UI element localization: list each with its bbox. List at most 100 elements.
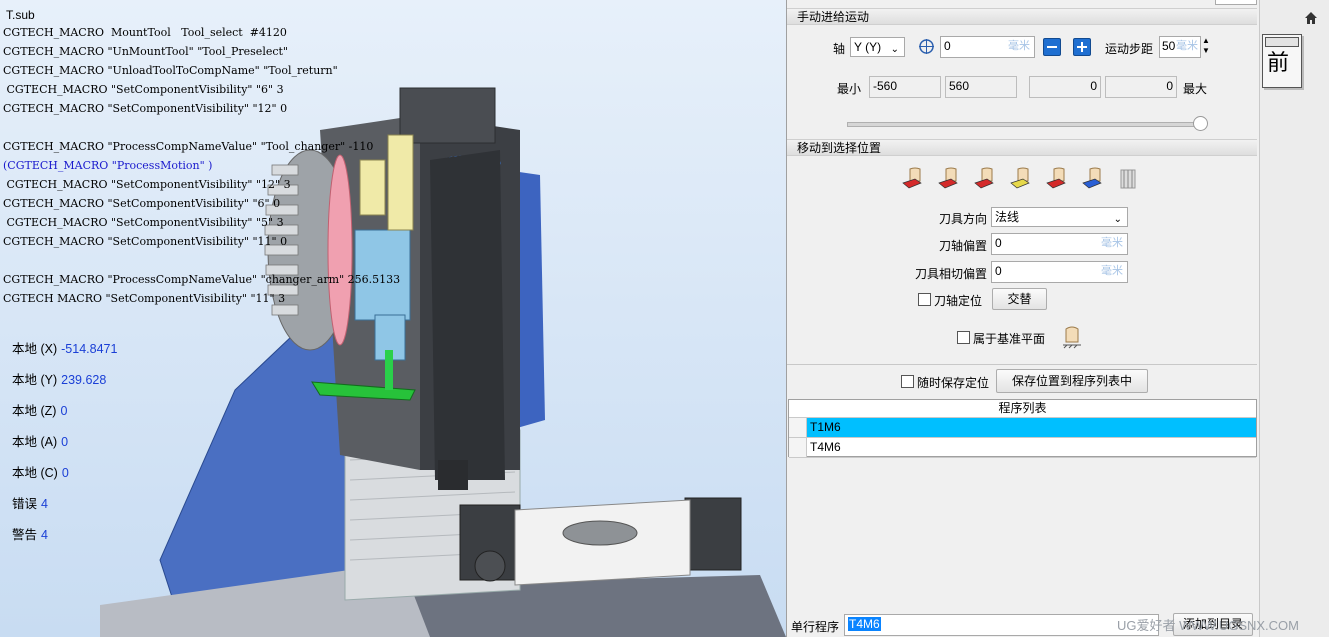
home-icon[interactable] [1304, 10, 1318, 29]
status-value: 239.628 [61, 373, 107, 387]
move-to-plane-icon[interactable] [1081, 167, 1103, 191]
program-list-cell[interactable]: T4M6 [807, 438, 1256, 457]
axis-offset-value: 0 [995, 236, 1002, 250]
range-field-3: 0 [1029, 76, 1101, 98]
slider-thumb[interactable] [1193, 116, 1208, 131]
axis-offset-unit: 毫米 [1101, 237, 1123, 249]
move-to-header[interactable]: 移动到选择位置 [787, 139, 1257, 156]
plane-icon[interactable] [1061, 325, 1083, 352]
log-line: CGTECH_MACRO "UnloadToolToCompName" "Too… [3, 64, 338, 77]
status-value: 0 [60, 404, 68, 418]
chevron-down-icon: ⌄ [890, 44, 899, 55]
max-field: 560 [945, 76, 1017, 98]
single-program-label: 单行程序 [791, 620, 840, 634]
axis-select-value: Y (Y) [854, 40, 882, 54]
status-row: 错误 4 [12, 493, 48, 512]
axis-offset-input[interactable]: 0 毫米 [991, 233, 1128, 255]
single-program-input[interactable]: T4M6 [844, 614, 1159, 636]
view-cube[interactable]: 前 [1262, 34, 1302, 88]
status-row: 本地 (Z) 0 [12, 400, 67, 419]
status-value: 0 [61, 466, 69, 480]
top-scroll-edge [1215, 0, 1257, 5]
step-label: 运动步距 [1105, 42, 1154, 56]
position-slider[interactable] [847, 122, 1204, 127]
position-input[interactable]: 0 毫米 [940, 36, 1035, 58]
view-cube-top-face [1265, 37, 1299, 47]
move-to-center-icon[interactable] [973, 167, 995, 191]
program-list[interactable]: 程序列表 T1M6 T4M6 [788, 399, 1257, 458]
move-icon-toolbar [901, 167, 1151, 193]
watermark: UG爱好者 WWW.UGSNX.COM [1117, 618, 1299, 633]
log-line: CGTECH_MACRO "ProcessCompNameValue" "cha… [3, 273, 401, 286]
row-header-cell[interactable] [789, 438, 807, 457]
status-label: 本地 (Y) [12, 373, 58, 387]
disabled-tool-icon[interactable] [1117, 167, 1139, 191]
tool-dir-select[interactable]: 法线 ⌄ [991, 207, 1128, 227]
save-to-list-button[interactable]: 保存位置到程序列表中 [996, 369, 1148, 393]
status-label: 本地 (A) [12, 435, 58, 449]
axis-offset-label: 刀轴偏置 [939, 239, 988, 253]
plus-icon[interactable] [1073, 38, 1091, 56]
status-row: 本地 (C) 0 [12, 462, 69, 481]
position-unit: 毫米 [1008, 40, 1030, 52]
status-label: 本地 (C) [12, 466, 58, 480]
nc-log: T.sub CGTECH_MACRO MountTool Tool_select… [3, 0, 400, 305]
axis-lock-label: 刀轴定位 [934, 294, 983, 308]
axis-lock-checkbox[interactable] [918, 293, 931, 306]
position-value: 0 [944, 39, 951, 53]
single-program-value: T4M6 [848, 617, 881, 631]
move-to-face-icon[interactable] [1009, 167, 1031, 191]
min-label: 最小 [837, 82, 862, 96]
swap-button[interactable]: 交替 [992, 288, 1047, 310]
status-row: 本地 (X) -514.8471 [12, 338, 117, 357]
log-line: CGTECH_MACRO "SetComponentVisibility" "1… [3, 235, 288, 248]
tool-dir-value: 法线 [995, 210, 1020, 224]
step-value: 50 [1162, 39, 1176, 53]
step-spinner[interactable]: ▲ ▼ [1201, 36, 1211, 58]
program-list-row[interactable]: T1M6 [789, 418, 1256, 438]
axis-select[interactable]: Y (Y) ⌄ [850, 37, 905, 57]
status-value: -514.8471 [61, 342, 118, 356]
log-line: CGTECH_MACRO MountTool Tool_select #4120 [3, 26, 287, 39]
status-row: 本地 (Y) 239.628 [12, 369, 106, 388]
log-line: CGTECH_MACRO "SetComponentVisibility" "1… [3, 102, 288, 115]
log-line: CGTECH_MACRO "SetComponentVisibility" "5… [3, 216, 284, 229]
machine-viewport[interactable]: T.sub CGTECH_MACRO MountTool Tool_select… [0, 0, 786, 637]
tool-dir-label: 刀具方向 [939, 212, 988, 226]
log-line: CGTECH MACRO "SetComponentVisibility" "1… [3, 292, 286, 305]
move-to-edge-icon[interactable] [937, 167, 959, 191]
belongs-plane-label: 属于基准平面 [973, 332, 1046, 346]
move-to-axis-icon[interactable] [1045, 167, 1067, 191]
step-input[interactable]: 50 毫米 [1159, 36, 1201, 58]
motion-panel: 手动进给运动 轴 Y (Y) ⌄ 0 毫米 运动步距 50 毫米 ▲ ▼ 最小 -… [786, 0, 1259, 637]
save-anytime-label: 随时保存定位 [917, 376, 990, 390]
axis-label: 轴 [833, 42, 846, 56]
view-strip: 前 [1259, 0, 1329, 637]
step-unit: 毫米 [1176, 40, 1198, 52]
move-to-point-icon[interactable] [901, 167, 923, 191]
tangent-offset-unit: 毫米 [1101, 265, 1123, 277]
status-row: 警告 4 [12, 524, 48, 543]
row-header-cell[interactable] [789, 418, 807, 437]
status-label: 错误 [12, 497, 38, 511]
status-value: 4 [41, 528, 48, 542]
log-line: (CGTECH_MACRO "ProcessMotion" ) [3, 159, 213, 172]
program-list-cell[interactable]: T1M6 [807, 418, 1256, 437]
program-list-row[interactable]: T4M6 [789, 438, 1256, 458]
tangent-offset-input[interactable]: 0 毫米 [991, 261, 1128, 283]
status-label: 本地 (X) [12, 342, 58, 356]
minus-icon[interactable] [1043, 38, 1061, 56]
manual-feed-header[interactable]: 手动进给运动 [787, 8, 1257, 25]
view-cube-front-label: 前 [1267, 51, 1290, 76]
min-field: -560 [869, 76, 941, 98]
max-label: 最大 [1183, 82, 1208, 96]
belongs-plane-checkbox[interactable] [957, 331, 970, 344]
save-anytime-checkbox[interactable] [901, 375, 914, 388]
range-field-4: 0 [1105, 76, 1177, 98]
log-line: CGTECH_MACRO "ProcessCompNameValue" "Too… [3, 140, 374, 153]
crosshair-icon[interactable] [918, 38, 935, 58]
status-value: 4 [41, 497, 48, 511]
log-line: CGTECH_MACRO "SetComponentVisibility" "1… [3, 178, 291, 191]
